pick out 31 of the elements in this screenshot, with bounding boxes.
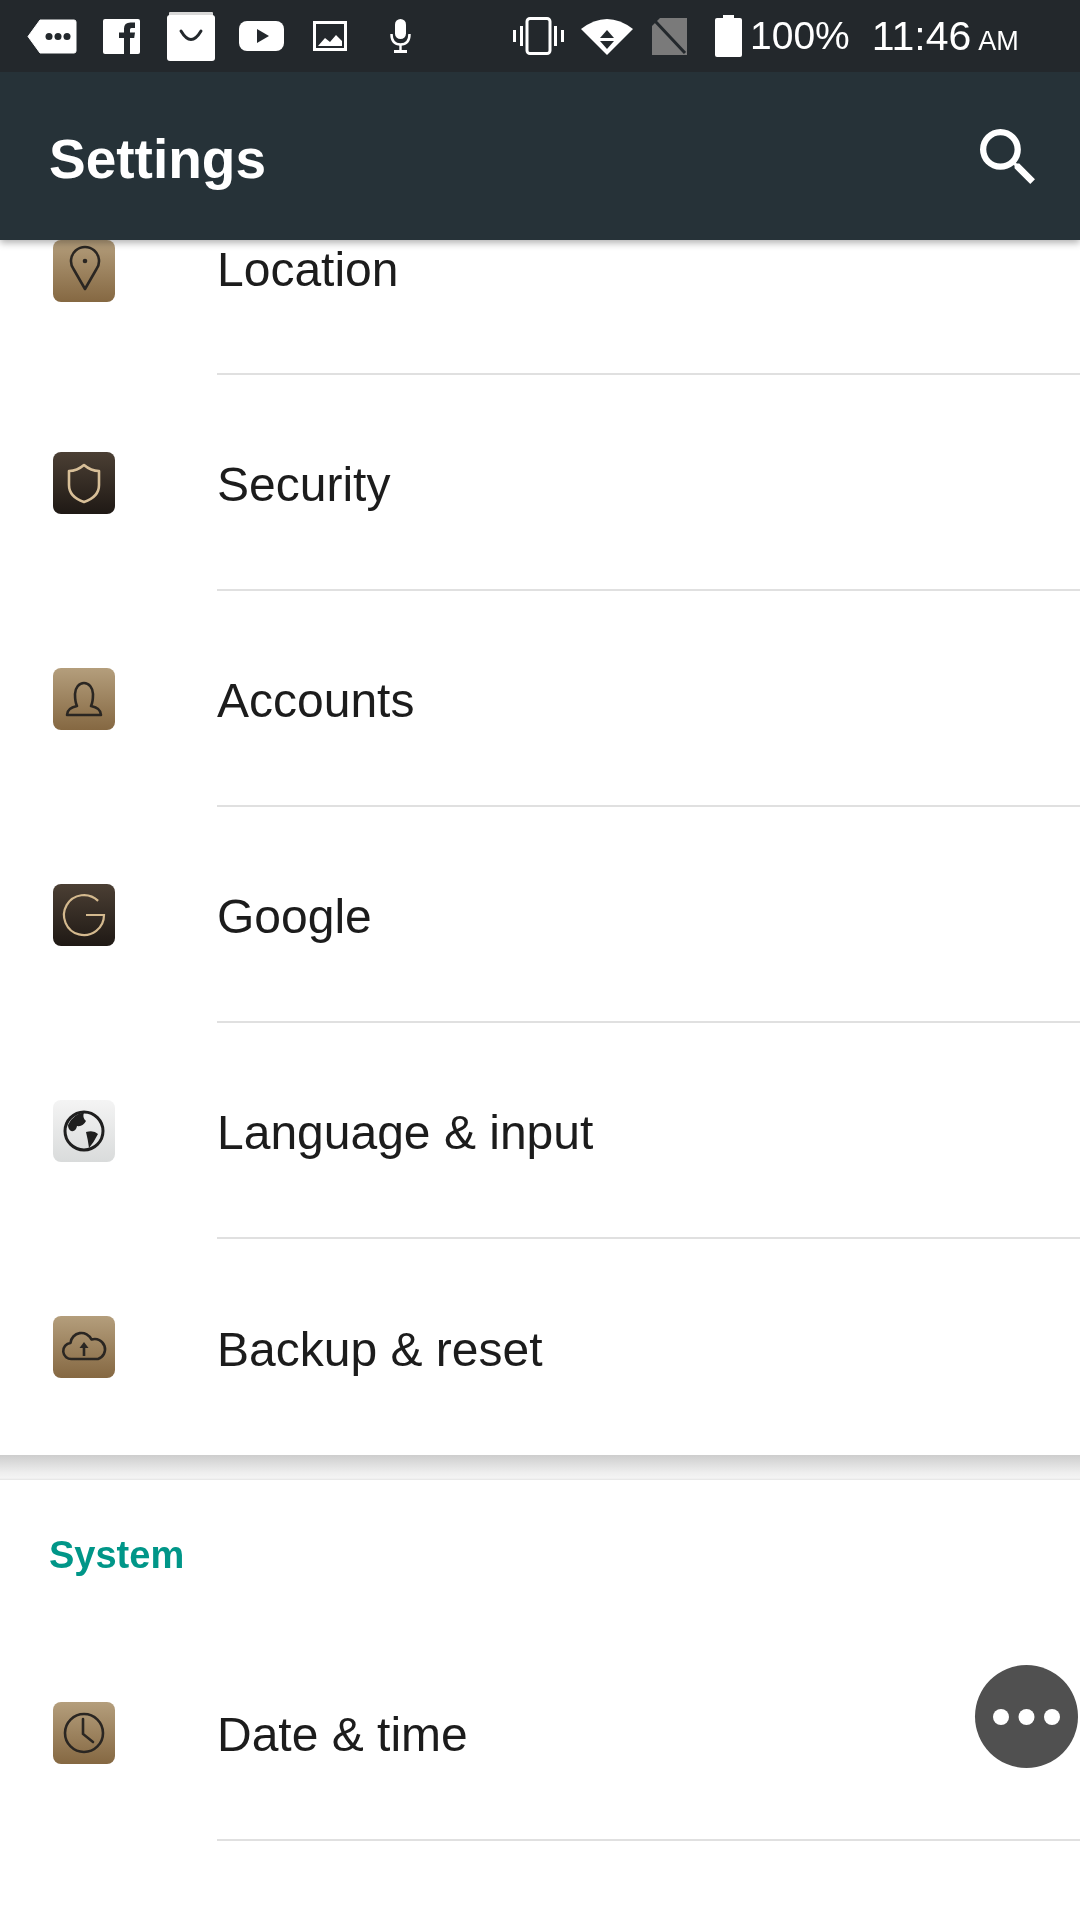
clock-time: 11:46 <box>871 13 972 59</box>
search-icon <box>980 128 1035 184</box>
microphone-icon <box>390 19 411 53</box>
clock-icon <box>53 1702 115 1764</box>
section-header: System <box>49 1533 185 1577</box>
image-icon <box>313 21 347 51</box>
three-dots-icon <box>993 1708 1060 1725</box>
wifi-icon <box>581 17 633 55</box>
vibrate-icon <box>512 17 565 55</box>
shield-icon <box>53 452 115 514</box>
cloud-upload-icon <box>53 1316 115 1378</box>
location-pin-icon <box>53 240 115 302</box>
shopping-bag-icon <box>167 11 215 61</box>
settings-item[interactable]: Backup & reset <box>0 1239 1080 1455</box>
play-button-icon <box>239 21 284 51</box>
letter-g-icon <box>53 884 115 946</box>
settings-item[interactable]: Google <box>0 807 1080 1023</box>
settings-item[interactable]: Location <box>0 240 1080 375</box>
settings-item[interactable]: Language & input <box>0 1023 1080 1239</box>
no-sim-icon <box>652 17 687 55</box>
tag-icon <box>27 18 77 54</box>
screen-title: Settings <box>49 127 266 191</box>
clock-meridiem: AM <box>978 25 1019 57</box>
letter-f-icon <box>103 18 140 54</box>
person-icon <box>53 668 115 730</box>
settings-item[interactable]: Security <box>0 375 1080 591</box>
search-button[interactable] <box>980 128 1035 184</box>
battery-percent: 100% <box>750 13 850 59</box>
globe-icon <box>53 1100 115 1162</box>
settings-item[interactable]: Accounts <box>0 591 1080 807</box>
battery-icon <box>715 15 742 57</box>
